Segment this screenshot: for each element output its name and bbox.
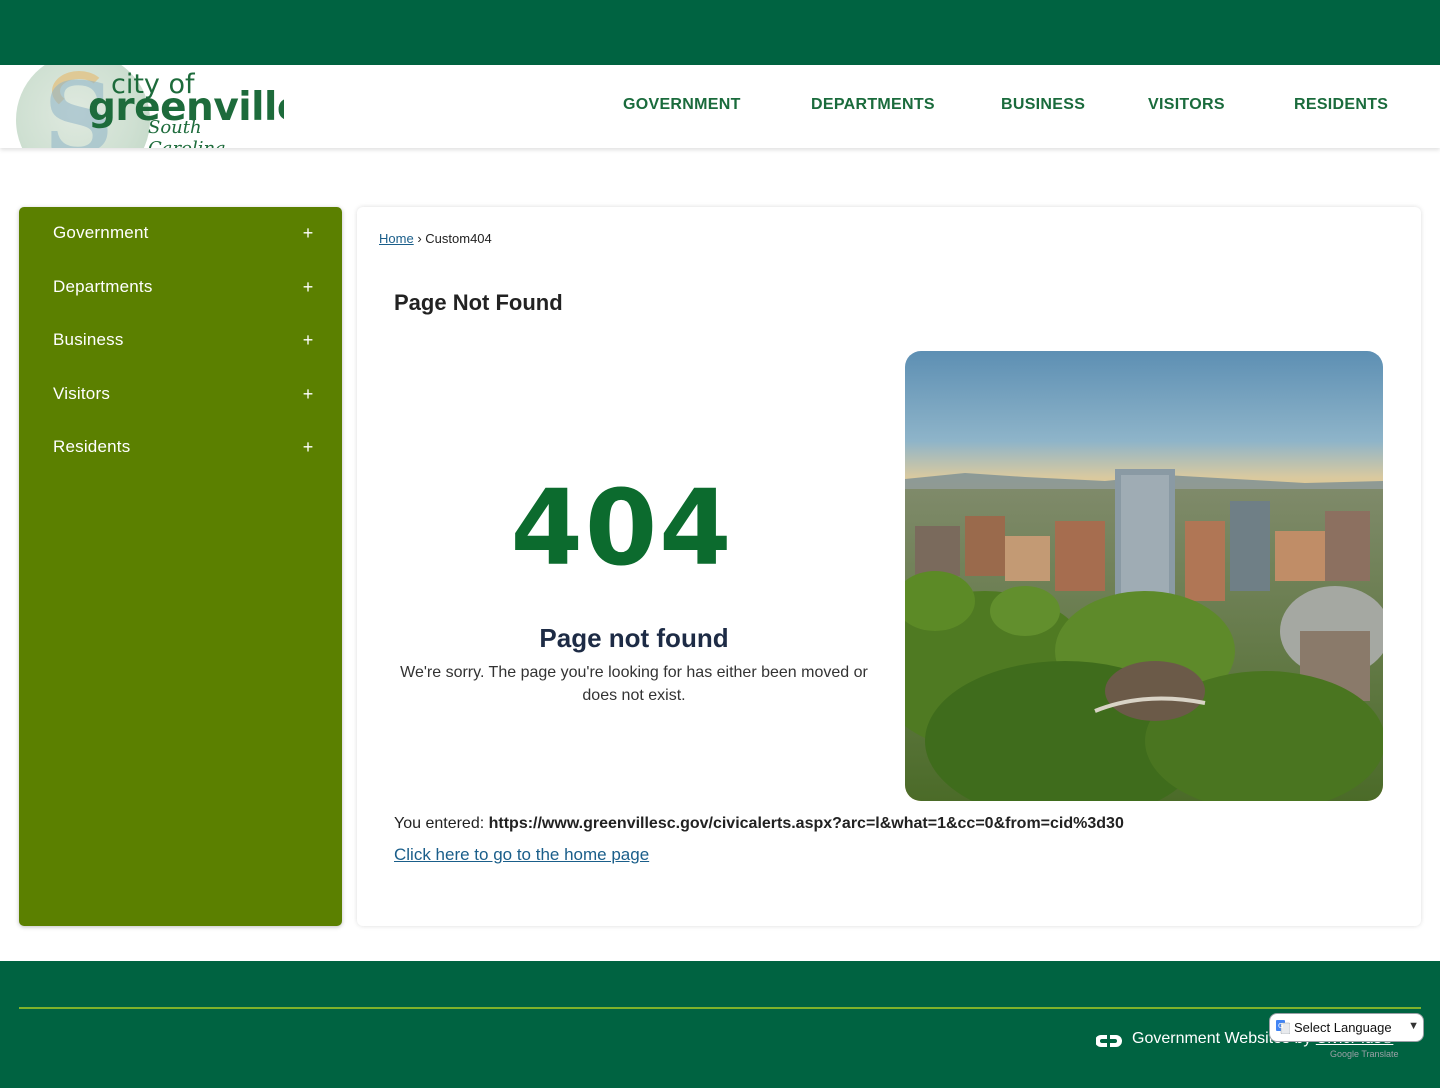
site-footer: Government Websites by CivicPlus® <box>0 961 1440 1088</box>
entered-label: You entered: <box>394 815 485 832</box>
home-page-link[interactable]: Click here to go to the home page <box>394 845 649 865</box>
entered-url-line: You entered: https://www.greenvillesc.go… <box>394 815 1124 833</box>
footer-divider <box>19 1007 1421 1009</box>
svg-text:G: G <box>1278 1022 1283 1030</box>
sidebar-item-label: Business <box>53 330 124 349</box>
civicplus-logo-icon <box>1096 1035 1122 1047</box>
site-header: S city of greenville South Carolina GOVE… <box>0 65 1440 148</box>
sidebar-item-label: Government <box>53 223 149 242</box>
sidebar-item-departments[interactable]: Departments + <box>19 268 342 308</box>
city-skyline-image <box>905 351 1383 801</box>
sidebar-item-label: Departments <box>53 277 153 296</box>
nav-residents[interactable]: RESIDENTS <box>1294 96 1388 114</box>
expand-plus-icon[interactable]: + <box>301 437 315 458</box>
page-title: Page Not Found <box>394 290 563 315</box>
nav-business[interactable]: BUSINESS <box>1001 96 1085 114</box>
breadcrumb-current: Custom404 <box>425 231 492 246</box>
expand-plus-icon[interactable]: + <box>301 223 315 244</box>
entered-url: https://www.greenvillesc.gov/civicalerts… <box>488 815 1124 832</box>
sidebar-item-business[interactable]: Business + <box>19 321 342 361</box>
error-code: 404 <box>510 467 734 589</box>
google-translate-icon: G <box>1276 1020 1290 1034</box>
expand-plus-icon[interactable]: + <box>301 330 315 351</box>
sidebar-item-label: Residents <box>53 437 131 456</box>
not-found-heading: Page not found <box>539 623 729 653</box>
content-panel: Home › Custom404 Page Not Found 404 Page… <box>357 207 1421 926</box>
sidebar-item-government[interactable]: Government + <box>19 214 342 254</box>
breadcrumb: Home › Custom404 <box>379 231 492 246</box>
powered-by-google: Google Translate <box>1330 1049 1399 1059</box>
nav-visitors[interactable]: VISITORS <box>1148 96 1225 114</box>
nav-departments[interactable]: DEPARTMENTS <box>811 96 935 114</box>
sidebar-item-label: Visitors <box>53 384 111 403</box>
sidebar-item-visitors[interactable]: Visitors + <box>19 375 342 415</box>
chevron-down-icon: ▼ <box>1408 1020 1419 1032</box>
language-select-label: Select Language <box>1294 1020 1392 1035</box>
city-logo[interactable]: S city of greenville South Carolina <box>14 65 284 148</box>
expand-plus-icon[interactable]: + <box>301 384 315 405</box>
language-select[interactable]: G Select Language ▼ <box>1269 1013 1424 1042</box>
sidebar-menu: Government + Departments + Business + Vi… <box>19 207 342 926</box>
top-bar <box>0 0 1440 65</box>
sidebar-item-residents[interactable]: Residents + <box>19 428 342 468</box>
expand-plus-icon[interactable]: + <box>301 277 315 298</box>
nav-government[interactable]: GOVERNMENT <box>623 96 741 114</box>
not-found-message: We're sorry. The page you're looking for… <box>400 664 868 704</box>
logo-south-carolina: South Carolina <box>148 117 226 148</box>
breadcrumb-separator: › <box>417 231 422 246</box>
breadcrumb-home-link[interactable]: Home <box>379 231 414 246</box>
